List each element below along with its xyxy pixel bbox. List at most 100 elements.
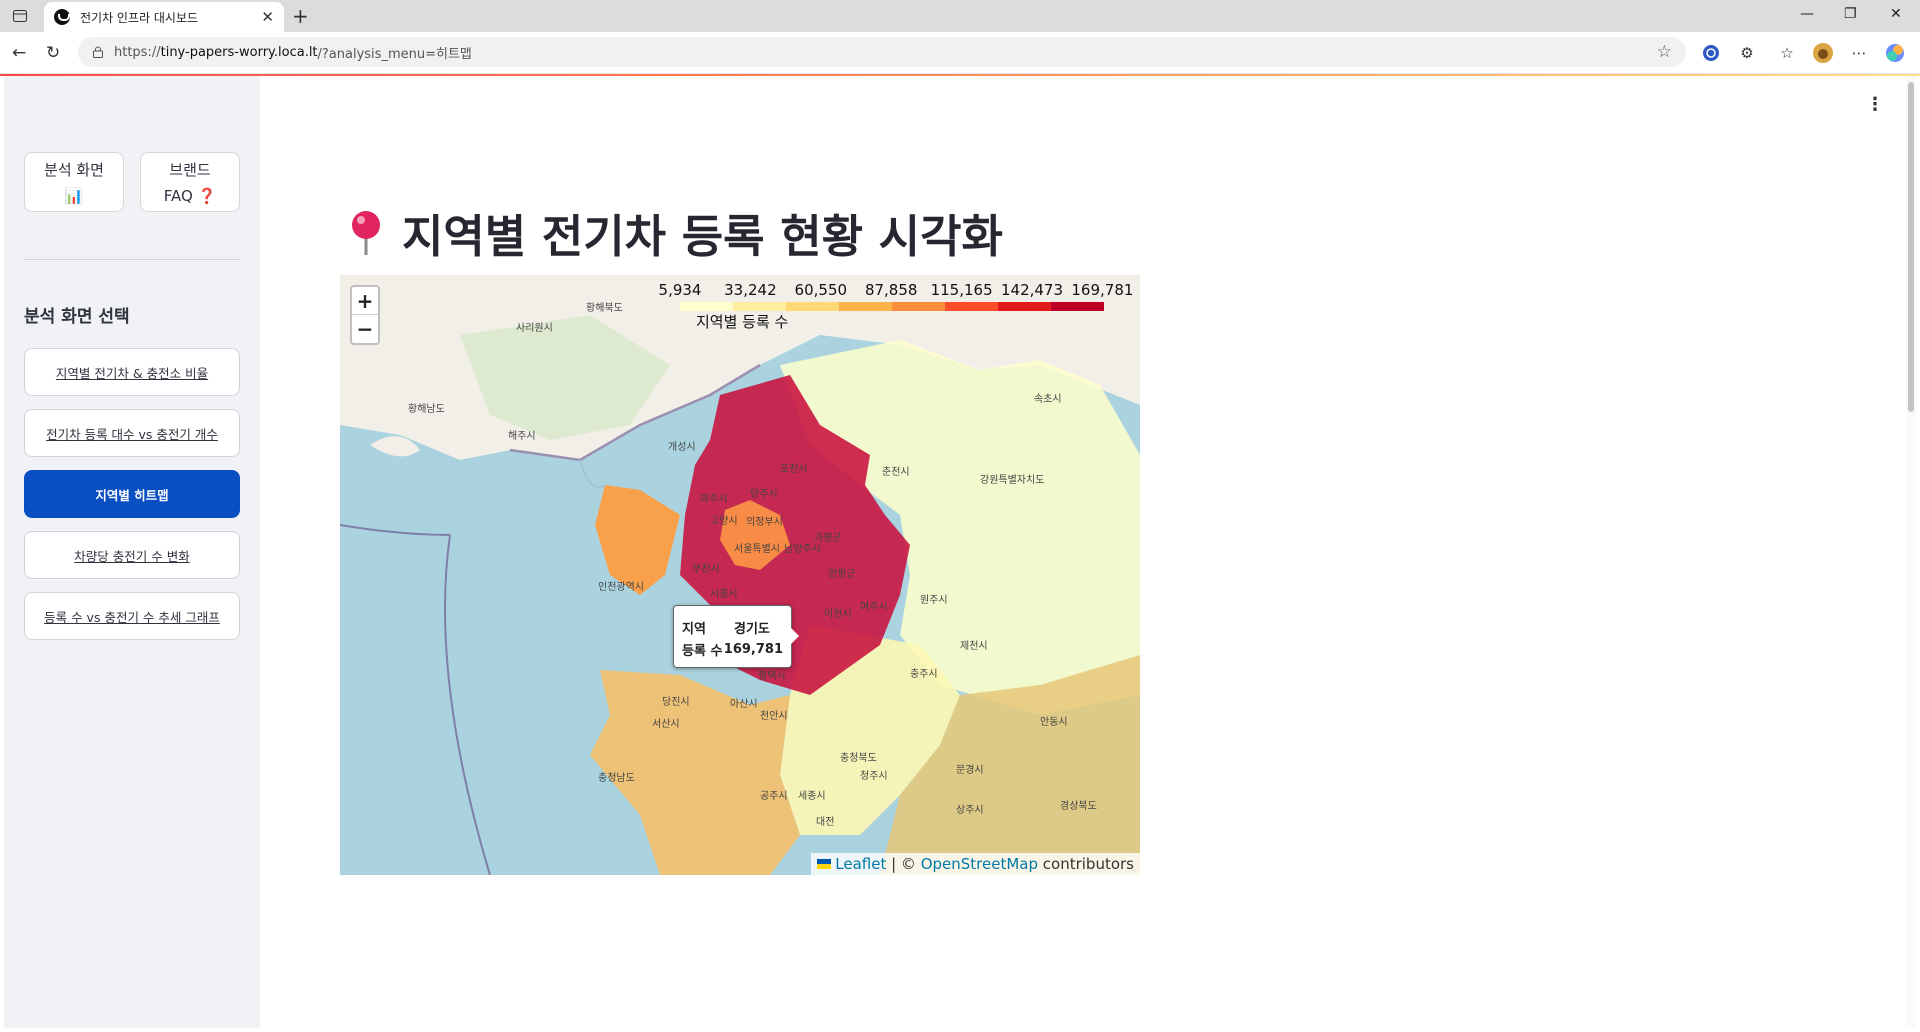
place-label: 아산시 <box>730 699 758 710</box>
place-label: 황해남도 <box>408 404 445 415</box>
app-top-decoration <box>0 74 1920 76</box>
place-label: 시흥시 <box>710 589 738 600</box>
sea-boundary-2 <box>340 524 451 536</box>
tooltip-count-value: 169,781 <box>723 641 783 657</box>
sidebar-section-title: 분석 화면 선택 <box>24 307 130 327</box>
place-label: 양주시 <box>750 489 778 500</box>
tab-close-icon[interactable]: ✕ <box>261 8 274 26</box>
tooltip-region-value: 경기도 <box>734 621 770 637</box>
place-label: 인천광역시 <box>598 582 644 593</box>
map-base-layer <box>340 275 1140 875</box>
legend-color-step <box>945 302 998 311</box>
tab-actions-icon[interactable] <box>8 6 32 26</box>
place-label: 강원특별자치도 <box>980 475 1045 486</box>
leaflet-link[interactable]: Leaflet <box>835 855 886 873</box>
place-label: 사리원시 <box>516 323 553 334</box>
place-label: 청주시 <box>860 771 888 782</box>
brand-faq-button[interactable]: 브랜드 FAQ ❓ <box>140 152 240 212</box>
site-favicon-icon <box>54 9 70 25</box>
back-icon[interactable]: ← <box>12 43 26 63</box>
legend-color-step <box>680 302 733 311</box>
place-label: 평택시 <box>758 671 786 682</box>
place-label: 상주시 <box>956 805 984 816</box>
osm-link[interactable]: OpenStreetMap <box>921 855 1038 873</box>
legend-tick: 5,934 <box>658 281 702 299</box>
tooltip-count-key: 등록 수 <box>682 643 723 659</box>
sidebar-divider <box>24 259 240 260</box>
minimize-icon[interactable]: — <box>1800 6 1814 22</box>
legend-color-step <box>786 302 839 311</box>
zoom-out-button[interactable]: − <box>352 315 378 343</box>
place-label: 파주시 <box>700 494 728 505</box>
place-label: 충주시 <box>910 669 938 680</box>
chart-icon: 📊 <box>64 187 84 205</box>
address-input[interactable]: https:// tiny-papers-worry.loca.lt /?ana… <box>78 37 1686 67</box>
scrollbar-thumb[interactable] <box>1908 82 1914 412</box>
copilot-icon[interactable] <box>1884 42 1906 64</box>
place-label: 황해북도 <box>586 303 623 314</box>
place-label: 부천시 <box>692 564 720 575</box>
more-menu-icon[interactable]: ⋯ <box>1848 42 1870 64</box>
address-bar-row: ← ↻ https:// tiny-papers-worry.loca.lt /… <box>0 32 1920 74</box>
menu-registrations-vs-chargers-button[interactable]: 전기차 등록 대수 vs 충전기 개수 <box>24 409 240 457</box>
tooltip-region-key: 지역 <box>682 621 706 637</box>
extensions-puzzle-icon[interactable]: ⚙ <box>1736 42 1758 64</box>
tooltip-region-row: 지역 경기도 <box>682 616 783 638</box>
reload-icon[interactable]: ↻ <box>46 43 60 63</box>
place-label: 천안시 <box>760 711 788 722</box>
favorites-icon[interactable]: ☆ <box>1776 42 1798 64</box>
place-label: 원주시 <box>920 595 948 606</box>
legend-color-step <box>998 302 1051 311</box>
menu-trend-graph-button[interactable]: 등록 수 vs 충전기 수 추세 그래프 <box>24 592 240 640</box>
analysis-screen-button[interactable]: 분석 화면 📊 <box>24 152 124 212</box>
legend-tick: 33,242 <box>724 281 777 299</box>
sidebar: 분석 화면 📊 브랜드 FAQ ❓ 분석 화면 선택 지역별 전기차 & 충전소… <box>4 76 260 1028</box>
place-label: 안동시 <box>1040 717 1068 728</box>
place-label: 당진시 <box>662 697 690 708</box>
legend-tick: 60,550 <box>794 281 848 299</box>
url-host: tiny-papers-worry.loca.lt <box>160 44 318 60</box>
restore-icon[interactable]: ❐ <box>1844 6 1857 22</box>
legend-color-step <box>733 302 786 311</box>
url-scheme: https:// <box>114 44 161 60</box>
profile-avatar-icon[interactable] <box>1812 42 1834 64</box>
page-title-text: 지역별 전기차 등록 현황 시각화 <box>402 210 1003 263</box>
menu-region-ratio-button[interactable]: 지역별 전기차 & 충전소 비율 <box>24 348 240 396</box>
legend-color-step <box>839 302 892 311</box>
zoom-in-button[interactable]: + <box>352 287 378 315</box>
legend-tick: 142,473 <box>1000 281 1064 299</box>
brand-label: 브랜드 <box>169 161 211 179</box>
place-label: 경상북도 <box>1060 801 1097 812</box>
lock-icon <box>92 46 104 58</box>
legend-tick: 115,165 <box>930 281 993 299</box>
place-label: 양평군 <box>828 569 856 580</box>
bookmark-star-icon[interactable]: ☆ <box>1657 42 1672 62</box>
menu-chargers-per-vehicle-button[interactable]: 차량당 충전기 수 변화 <box>24 531 240 579</box>
place-label: 서울특별시 <box>734 544 780 555</box>
analysis-screen-label: 분석 화면 <box>44 161 104 179</box>
place-label: 춘천시 <box>882 467 910 478</box>
zoom-control: + − <box>350 285 380 345</box>
app-menu-kebab-icon[interactable]: ⋮ <box>1866 94 1884 115</box>
page-title: 지역별 전기차 등록 현황 시각화 <box>346 200 1003 265</box>
coast-line <box>579 459 606 489</box>
window-close-icon[interactable]: ✕ <box>1890 6 1902 22</box>
menu-heatmap-button[interactable]: 지역별 히트맵 <box>24 470 240 518</box>
heatmap-map[interactable]: 황해북도 사리원시 황해남도 해주시 개성시 파주시 양주시 포천시 고양시 의… <box>340 275 1140 875</box>
browser-tab[interactable]: 전기차 인프라 대시보드 ✕ <box>44 2 284 32</box>
place-label: 공주시 <box>760 791 788 802</box>
place-label: 문경시 <box>956 765 984 776</box>
color-legend: 5,934 33,242 60,550 87,858 115,165 142,4… <box>659 281 1134 331</box>
extension-icon[interactable] <box>1700 42 1722 64</box>
legend-tick: 169,781 <box>1071 281 1134 299</box>
legend-color-step <box>1051 302 1104 311</box>
place-label: 여주시 <box>860 602 888 613</box>
place-label: 고양시 <box>710 516 738 527</box>
page-scrollbar[interactable] <box>1906 76 1916 1028</box>
new-tab-icon[interactable]: + <box>292 4 309 28</box>
place-label: 해주시 <box>508 431 536 442</box>
legend-tick: 87,858 <box>864 281 918 299</box>
map-attribution: Leaflet | © OpenStreetMap contributors <box>811 853 1140 875</box>
place-label: 충청남도 <box>598 773 635 784</box>
tooltip-count-row: 등록 수 169,781 <box>682 638 783 660</box>
